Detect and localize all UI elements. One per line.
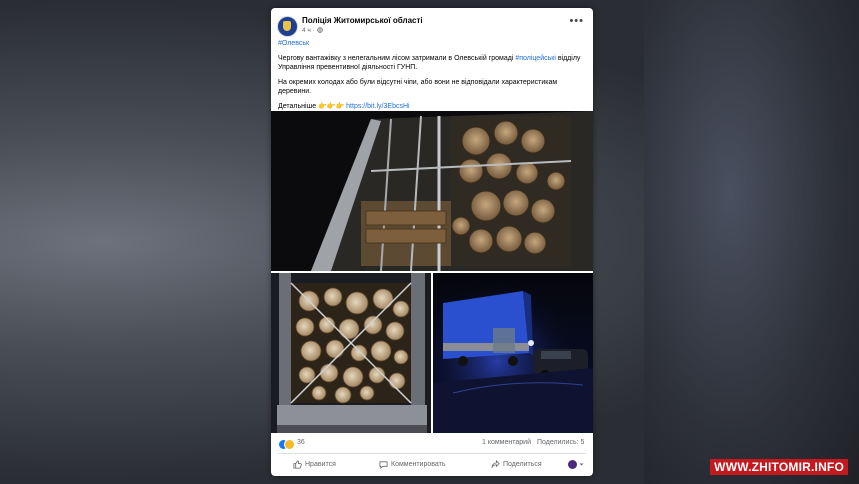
paragraph-text: Чергову вантажівку з нелегальним лісом з… — [278, 54, 516, 62]
photo-truck-side-image — [271, 111, 593, 271]
post-time[interactable]: 4 ч — [302, 27, 311, 34]
pointing-hand-icons: 👉👉👉 — [318, 102, 345, 110]
comment-label: Комментировать — [391, 460, 446, 468]
hashtag-link-police[interactable]: #поліцейські — [515, 55, 556, 62]
post-paragraph-2: На окремих колодах або були відсутні чіп… — [278, 78, 558, 96]
post-stats: 36 1 комментарий Поделились: 5 — [271, 437, 593, 451]
site-watermark: WWW.ZHITOMIR.INFO — [710, 459, 848, 475]
globe-icon: · — [312, 27, 315, 34]
photo-logs-trailer[interactable] — [271, 273, 431, 433]
speech-bubble-icon — [379, 460, 388, 469]
post-text: #Олевськ Чергову вантажівку з нелегальни… — [278, 39, 583, 116]
reactions-count[interactable]: 36 — [297, 439, 305, 446]
details-label: Детальніше — [278, 102, 317, 110]
share-arrow-icon — [491, 459, 500, 468]
like-label: Нравится — [305, 460, 336, 468]
facebook-post-card: Поліція Житомирської області 4 ч · ••• #… — [271, 8, 593, 476]
haha-reaction-icon — [284, 439, 295, 450]
page-name[interactable]: Поліція Житомирської області — [302, 16, 423, 25]
page-avatar[interactable] — [277, 16, 298, 37]
user-avatar — [568, 459, 577, 469]
comment-button[interactable]: Комментировать — [379, 458, 446, 470]
post-actions: Нравится Комментировать Поделиться — [271, 455, 593, 473]
hashtag-link[interactable]: #Олевськ — [278, 40, 309, 47]
more-options-icon[interactable]: ••• — [569, 16, 584, 27]
globe-icon — [316, 27, 323, 33]
post-meta: 4 ч · — [302, 27, 323, 34]
thumbs-up-icon — [293, 459, 302, 469]
reaction-icons[interactable] — [278, 439, 295, 450]
external-link[interactable]: https://bit.ly/3EbcsHi — [346, 103, 409, 110]
divider — [278, 453, 586, 454]
post-details-line: Детальніше 👉👉👉 https://bit.ly/3EbcsHi — [278, 102, 583, 112]
share-label: Поделиться — [503, 460, 542, 468]
photo-logs-trailer-image — [271, 273, 431, 433]
photo-truck-side[interactable] — [271, 111, 593, 271]
photo-truck-night-image — [433, 273, 593, 433]
background-right — [644, 0, 859, 484]
shares-count[interactable]: Поделились: 5 — [537, 439, 584, 446]
like-button[interactable]: Нравится — [293, 458, 336, 470]
post-paragraph-1: Чергову вантажівку з нелегальним лісом з… — [278, 54, 583, 73]
share-button[interactable]: Поделиться — [491, 458, 542, 470]
comments-count[interactable]: 1 комментарий — [482, 439, 531, 446]
photo-truck-night[interactable] — [433, 273, 593, 433]
chevron-down-icon — [579, 463, 584, 465]
profile-switcher[interactable] — [568, 458, 584, 470]
